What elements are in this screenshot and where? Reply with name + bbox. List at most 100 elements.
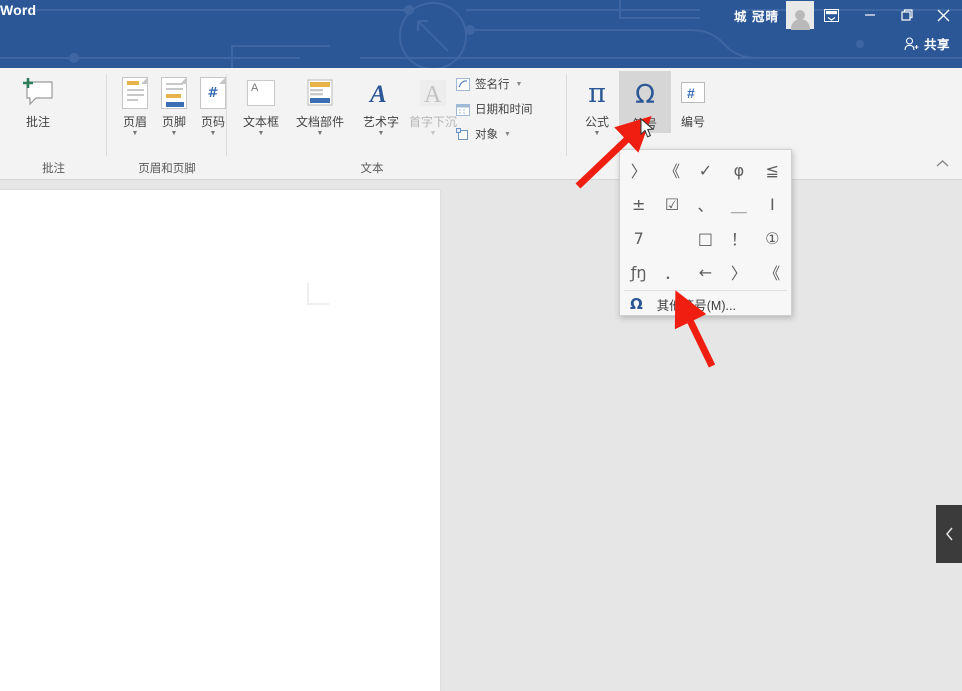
ribbon-display-options-icon	[823, 8, 839, 22]
chevron-down-icon[interactable]: ▼	[378, 130, 385, 137]
person-add-icon	[904, 36, 919, 50]
user-name: 城 冠晴	[734, 9, 779, 24]
text-box-icon: A	[239, 71, 283, 115]
signature-line-icon	[455, 77, 471, 92]
ribbon: 批注 批注 页眉 ▼ 页脚 ▼ # 页码 ▼ 页眉和页脚 A 文本框 ▼ 文档部…	[0, 68, 962, 180]
text-margin-corner-mark	[307, 283, 329, 305]
svg-text:#: #	[687, 85, 695, 101]
more-symbols-label: 其他符号(M)...	[656, 298, 736, 313]
number-sign-icon: #	[671, 71, 715, 115]
ribbon-button-word-art[interactable]: A 艺术字 ▼	[355, 71, 407, 137]
symbol-cell[interactable]: ←	[689, 255, 722, 289]
ribbon-button-label: 艺术字	[362, 115, 399, 129]
chevron-up-icon	[936, 159, 948, 167]
chevron-down-icon[interactable]: ▼	[594, 130, 601, 137]
ribbon-group-text: A 文本框 ▼ 文档部件 ▼ A 艺术字 ▼ A 首字下沉 ▼ 签名行 ▼ 日期…	[227, 68, 567, 180]
ribbon-button-label: 编号	[680, 115, 705, 129]
ribbon-button-label: 公式	[584, 115, 609, 129]
symbol-cell[interactable]: φ	[722, 153, 755, 187]
restore-button[interactable]	[888, 0, 925, 30]
ribbon-item-object[interactable]: 对象 ▼	[455, 126, 511, 142]
symbol-cell[interactable]: 〉	[722, 255, 755, 289]
chevron-down-icon[interactable]: ▼	[504, 131, 511, 138]
ribbon-group-label: 页眉和页脚	[138, 163, 196, 175]
word-art-icon: A	[359, 71, 403, 115]
chevron-down-icon[interactable]: ▼	[317, 130, 324, 137]
comment-plus-icon	[16, 71, 60, 115]
chevron-down-icon[interactable]: ▼	[210, 130, 217, 137]
ribbon-display-options-button[interactable]	[811, 0, 851, 30]
close-icon	[937, 9, 950, 21]
chevron-down-icon: ▼	[429, 130, 437, 137]
document-page[interactable]	[0, 190, 440, 691]
ribbon-button-label: 页脚	[161, 115, 186, 129]
symbol-cell[interactable]: ☑	[655, 187, 688, 221]
side-panel-collapse-toggle[interactable]	[936, 505, 962, 563]
symbol-cell[interactable]: Ⅰ	[756, 187, 789, 221]
ribbon-item-label: 签名行	[475, 79, 510, 91]
symbol-cell[interactable]: 、	[689, 187, 722, 221]
ribbon-group-label: 文本	[360, 163, 384, 175]
ribbon-button-label: 首字下沉	[408, 115, 457, 129]
symbol-cell[interactable]: □	[689, 221, 722, 255]
svg-text:A: A	[368, 81, 387, 108]
window-controls	[811, 0, 962, 30]
symbol-cell[interactable]: ．	[655, 255, 688, 289]
omega-icon: Ω	[630, 295, 643, 313]
ribbon-button-label: 文本框	[242, 115, 279, 129]
symbol-cell[interactable]: ＿	[722, 187, 755, 221]
drop-cap-icon: A	[411, 71, 455, 115]
ribbon-button-document-parts[interactable]: 文档部件 ▼	[289, 71, 351, 137]
account-info[interactable]: 城 冠晴	[734, 0, 814, 30]
pi-icon: π	[588, 77, 606, 109]
symbol-grid: 〉 《 ✓ φ ≦ ± ☑ 、 ＿ Ⅰ 7 □ ！ ① ƒŋ ． ← 〉 《	[620, 150, 791, 289]
close-button[interactable]	[925, 0, 962, 30]
ribbon-button-label: 文档部件	[295, 115, 344, 129]
quick-parts-icon	[298, 71, 342, 115]
symbol-cell[interactable]: 〉	[622, 153, 655, 187]
symbol-cell[interactable]: 7	[622, 221, 655, 255]
chevron-down-icon[interactable]: ▼	[132, 130, 139, 137]
word-application-window: Word 城 冠晴 共享 批注 批注 页眉 ▼ 页脚 ▼ # 页码 ▼ 页眉和页…	[0, 0, 962, 691]
minimize-button[interactable]	[851, 0, 888, 30]
ribbon-button-label: 页码	[200, 115, 225, 129]
document-area	[0, 180, 962, 691]
ribbon-group-comments: 批注 批注	[0, 68, 107, 180]
symbol-cell[interactable]: 《	[655, 153, 688, 187]
ribbon-button-drop-cap[interactable]: A 首字下沉 ▼	[403, 71, 463, 137]
share-button[interactable]: 共享	[904, 34, 950, 53]
chevron-left-icon	[945, 527, 953, 541]
ribbon-group-header-footer: 页眉 ▼ 页脚 ▼ # 页码 ▼ 页眉和页脚	[107, 68, 227, 180]
ribbon-item-label: 对象	[475, 129, 498, 141]
ribbon-item-date-time[interactable]: 日期和时间	[455, 101, 533, 117]
ribbon-group-label: 批注	[42, 163, 65, 175]
app-title: Word	[0, 2, 37, 18]
chevron-down-icon[interactable]: ▼	[171, 130, 178, 137]
symbol-cell[interactable]: ✓	[689, 153, 722, 187]
chevron-down-icon[interactable]: ▼	[516, 81, 523, 88]
ribbon-button-numbering[interactable]: # 编号	[667, 71, 719, 129]
ribbon-button-label: 页眉	[122, 115, 147, 129]
collapse-ribbon-button[interactable]	[932, 153, 952, 173]
symbol-cell[interactable]: ≦	[756, 153, 789, 187]
omega-icon: Ω	[635, 80, 655, 110]
svg-text:A: A	[424, 82, 442, 108]
ribbon-item-label: 日期和时间	[475, 104, 533, 116]
ribbon-button-equation[interactable]: π 公式 ▼	[571, 71, 623, 138]
chevron-down-icon[interactable]: ▼	[258, 130, 265, 137]
symbol-cell[interactable]: 《	[756, 255, 789, 289]
object-icon	[455, 127, 471, 142]
share-label: 共享	[923, 38, 950, 52]
symbol-cell[interactable]	[655, 221, 688, 255]
ribbon-button-new-comment[interactable]: 批注	[12, 71, 64, 129]
more-symbols-menu-item[interactable]: Ω 其他符号(M)...	[620, 291, 791, 317]
ribbon-button-text-box[interactable]: A 文本框 ▼	[235, 71, 287, 137]
ribbon-item-signature-line[interactable]: 签名行 ▼	[455, 76, 522, 92]
symbol-cell[interactable]: ①	[756, 221, 789, 255]
symbol-cell[interactable]: ƒŋ	[622, 255, 655, 289]
mouse-cursor	[640, 118, 655, 138]
symbol-cell[interactable]: ±	[622, 187, 655, 221]
symbol-cell[interactable]: ！	[722, 221, 755, 255]
title-bar: Word 城 冠晴 共享	[0, 0, 962, 68]
avatar[interactable]	[786, 1, 814, 30]
